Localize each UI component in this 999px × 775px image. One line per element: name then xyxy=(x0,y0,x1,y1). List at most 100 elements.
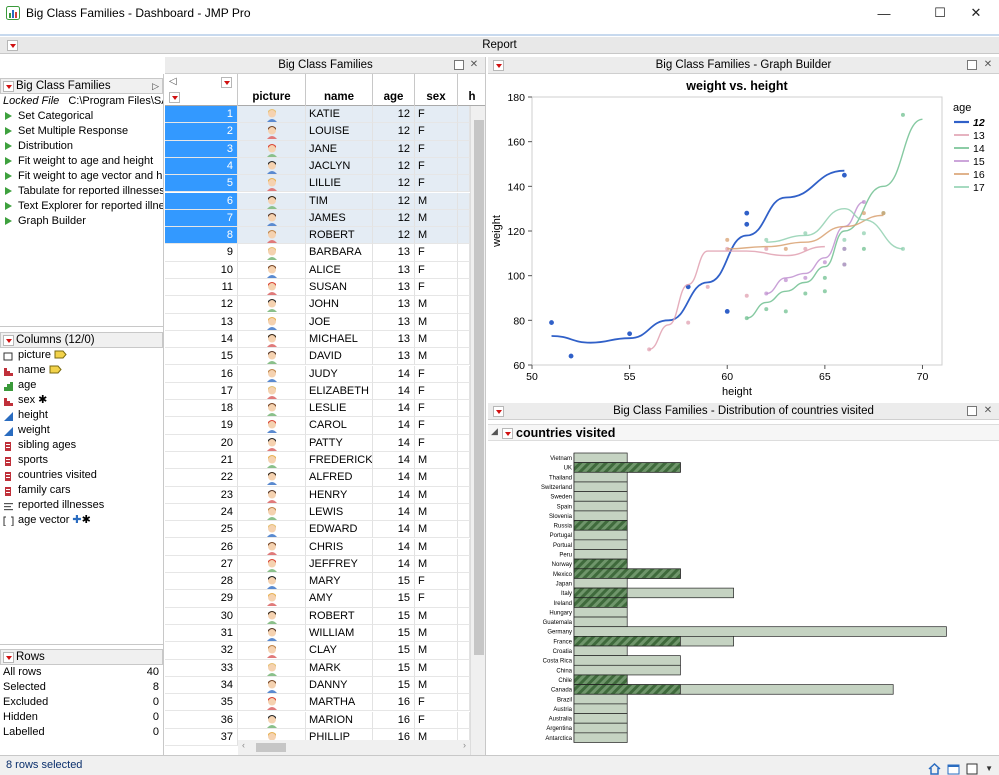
column-item[interactable]: height xyxy=(0,408,163,423)
column-header-name[interactable]: name xyxy=(306,74,373,106)
countries-bar-chart[interactable]: Vietnam UK Thailand Switzerland Sweden Spain S… xyxy=(488,443,999,753)
table-row[interactable]: 3 JANE 12 F xyxy=(165,140,470,158)
rows-red-triangle-icon[interactable] xyxy=(3,652,14,663)
row-number[interactable]: 35 xyxy=(165,694,238,712)
panel-restore-icon[interactable] xyxy=(967,406,977,416)
countries-red-triangle-icon[interactable] xyxy=(502,428,513,439)
table-row[interactable]: 30 ROBERT 15 M xyxy=(165,607,470,625)
column-header-sex[interactable]: sex xyxy=(415,74,458,106)
table-row[interactable]: 35 MARTHA 16 F xyxy=(165,694,470,712)
table-row[interactable]: 23 HENRY 14 M xyxy=(165,486,470,504)
scroll-right-icon[interactable]: › xyxy=(463,740,466,750)
row-number[interactable]: 29 xyxy=(165,590,238,608)
row-number[interactable]: 19 xyxy=(165,417,238,435)
table-row[interactable]: 10 ALICE 13 F xyxy=(165,261,470,279)
table-row[interactable]: 27 JEFFREY 14 M xyxy=(165,555,470,574)
row-number[interactable]: 14 xyxy=(165,330,238,349)
table-row[interactable]: 5 LILLIE 12 F xyxy=(165,175,470,193)
run-script-icon[interactable] xyxy=(5,127,12,135)
run-script-icon[interactable] xyxy=(5,172,12,180)
row-number[interactable]: 23 xyxy=(165,486,238,504)
row-number[interactable]: 26 xyxy=(165,538,238,556)
table-row[interactable]: 25 EDWARD 14 M xyxy=(165,521,470,539)
column-item[interactable]: family cars xyxy=(0,483,163,498)
columns-box-header[interactable]: Columns (12/0) xyxy=(0,332,163,348)
row-number[interactable]: 13 xyxy=(165,313,238,331)
outline-header[interactable]: ◢ countries visited xyxy=(488,424,999,441)
graph-red-triangle-icon[interactable] xyxy=(493,60,504,71)
row-number[interactable]: 22 xyxy=(165,469,238,487)
table-row[interactable]: 11 SUSAN 13 F xyxy=(165,279,470,297)
row-number[interactable]: 9 xyxy=(165,244,238,262)
minimize-button[interactable]: — xyxy=(861,0,907,26)
row-number[interactable]: 28 xyxy=(165,573,238,591)
table-row[interactable]: 12 JOHN 13 M xyxy=(165,296,470,314)
table-row[interactable]: 29 AMY 15 F xyxy=(165,590,470,608)
column-item[interactable]: sex ✱ xyxy=(0,393,163,408)
table-row[interactable]: 7 JAMES 12 M xyxy=(165,209,470,228)
row-number[interactable]: 24 xyxy=(165,503,238,522)
run-script-icon[interactable] xyxy=(5,142,12,150)
row-number[interactable]: 17 xyxy=(165,382,238,401)
row-number[interactable]: 18 xyxy=(165,400,238,418)
row-number[interactable]: 1 xyxy=(165,106,238,124)
table-script-item[interactable]: Graph Builder xyxy=(0,214,163,229)
scatter-chart[interactable]: weight vs. height 60 80 100 120 140 160 180 50 55… xyxy=(488,75,999,401)
row-number[interactable]: 4 xyxy=(165,157,238,176)
table-row[interactable]: 33 MARK 15 M xyxy=(165,659,470,677)
table-row[interactable]: 32 CLAY 15 M xyxy=(165,642,470,660)
window-list-icon[interactable] xyxy=(947,763,960,775)
table-box-header[interactable]: Big Class Families ▷ xyxy=(0,78,163,94)
table-row[interactable]: 8 ROBERT 12 M xyxy=(165,227,470,245)
column-header-picture[interactable]: picture xyxy=(238,74,306,106)
table-row[interactable]: 36 MARION 16 F xyxy=(165,711,470,729)
row-number[interactable]: 10 xyxy=(165,261,238,279)
table-script-item[interactable]: Distribution xyxy=(0,139,163,154)
panel-restore-icon[interactable] xyxy=(967,60,977,70)
row-number[interactable]: 30 xyxy=(165,607,238,625)
table-row[interactable]: 24 LEWIS 14 M xyxy=(165,503,470,522)
table-row[interactable]: 18 LESLIE 14 F xyxy=(165,400,470,418)
table-row[interactable]: 22 ALFRED 14 M xyxy=(165,469,470,487)
close-button[interactable]: ✕ xyxy=(953,0,999,26)
table-script-item[interactable]: Set Multiple Response xyxy=(0,124,163,139)
table-row[interactable]: 14 MICHAEL 13 M xyxy=(165,330,470,349)
columns-red-triangle-icon[interactable] xyxy=(221,77,232,88)
table-red-triangle-icon[interactable] xyxy=(3,81,14,92)
row-number[interactable]: 25 xyxy=(165,521,238,539)
row-number[interactable]: 37 xyxy=(165,728,238,747)
table-script-item[interactable]: Text Explorer for reported illne xyxy=(0,199,163,214)
vertical-scroll-thumb[interactable] xyxy=(474,120,484,655)
row-number[interactable]: 33 xyxy=(165,659,238,677)
column-item[interactable]: picture xyxy=(0,348,163,363)
row-number[interactable]: 31 xyxy=(165,625,238,643)
column-item[interactable]: age xyxy=(0,378,163,393)
row-number[interactable]: 32 xyxy=(165,642,238,660)
column-item[interactable]: countries visited xyxy=(0,468,163,483)
column-item[interactable]: sibling ages xyxy=(0,438,163,453)
table-row[interactable]: 26 CHRIS 14 M xyxy=(165,538,470,556)
table-row[interactable]: 2 LOUISE 12 F xyxy=(165,123,470,141)
table-row[interactable]: 28 MARY 15 F xyxy=(165,573,470,591)
table-row[interactable]: 34 DANNY 15 M xyxy=(165,676,470,695)
table-row[interactable]: 6 TIM 12 M xyxy=(165,192,470,210)
row-number[interactable]: 15 xyxy=(165,348,238,366)
table-row[interactable]: 16 JUDY 14 F xyxy=(165,365,470,383)
table-row[interactable]: 21 FREDERICK 14 M xyxy=(165,452,470,470)
table-script-item[interactable]: Fit weight to age and height xyxy=(0,154,163,169)
column-header-age[interactable]: age xyxy=(373,74,415,106)
vertical-scrollbar[interactable] xyxy=(470,106,485,755)
run-script-icon[interactable] xyxy=(5,187,12,195)
table-row[interactable]: 20 PATTY 14 F xyxy=(165,434,470,452)
scroll-left-icon[interactable]: ‹ xyxy=(242,740,245,750)
row-number[interactable]: 21 xyxy=(165,452,238,470)
table-row[interactable]: 15 DAVID 13 M xyxy=(165,348,470,366)
window-square-icon[interactable] xyxy=(966,763,979,775)
home-icon[interactable] xyxy=(928,762,941,775)
row-number[interactable]: 6 xyxy=(165,192,238,210)
table-row[interactable]: 13 JOE 13 M xyxy=(165,313,470,331)
run-script-icon[interactable] xyxy=(5,202,12,210)
run-script-icon[interactable] xyxy=(5,112,12,120)
column-item[interactable]: weight xyxy=(0,423,163,438)
row-number[interactable]: 7 xyxy=(165,209,238,228)
